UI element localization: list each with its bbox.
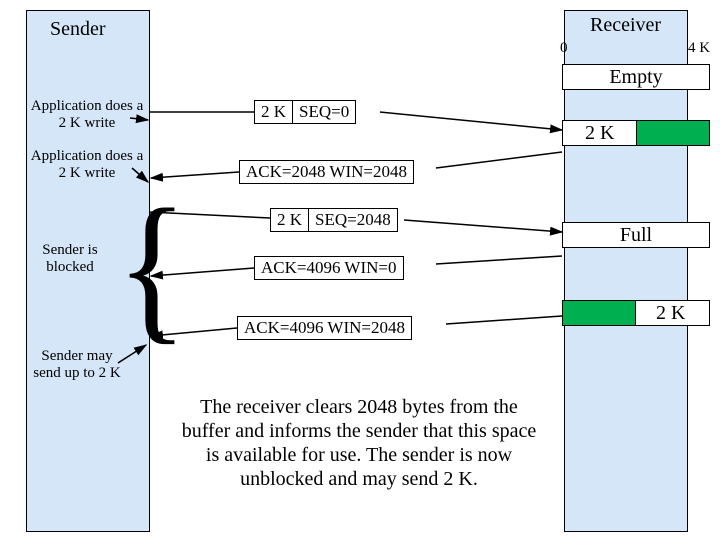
caption-text: The receiver clears 2048 bytes from the … (174, 395, 544, 491)
note-blocked: Sender is blocked (32, 242, 108, 276)
note-may-send: Sender may send up to 2 K (32, 348, 122, 382)
note-write-1: Application does a 2 K write (30, 98, 144, 132)
msg-seq-0: 2 K SEQ=0 (254, 100, 356, 124)
buffer-empty: Empty (562, 64, 710, 90)
buffer-full: Full (562, 222, 710, 248)
msg-ack-2: ACK=4096 WIN=0 (254, 256, 404, 280)
tick-zero: 0 (560, 40, 568, 57)
msg-ack-1: ACK=2048 WIN=2048 (239, 160, 414, 184)
msg-seq-0-size: 2 K (255, 101, 293, 123)
msg-seq-2048-size: 2 K (271, 209, 309, 231)
msg-seq-0-label: SEQ=0 (293, 101, 355, 123)
buffer-first-fill (636, 120, 710, 146)
receiver-title: Receiver (590, 14, 661, 37)
buffer-last-fill (562, 300, 636, 326)
msg-ack-3: ACK=4096 WIN=2048 (237, 316, 412, 340)
buffer-first-label: 2 K (585, 122, 614, 144)
note-write-2: Application does a 2 K write (30, 148, 144, 182)
sender-title: Sender (50, 18, 106, 41)
msg-seq-2048-label: SEQ=2048 (309, 209, 397, 231)
buffer-last-label: 2 K (656, 302, 685, 325)
tick-4k: 4 K (688, 40, 710, 57)
msg-seq-2048: 2 K SEQ=2048 (270, 208, 398, 232)
